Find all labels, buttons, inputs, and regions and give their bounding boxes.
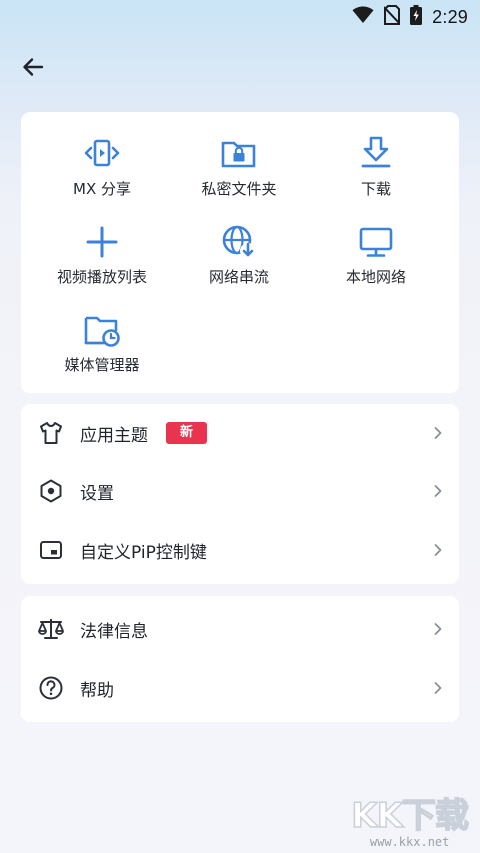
help-question-icon [37, 674, 65, 702]
list-item-help[interactable]: 帮助 [21, 659, 459, 717]
list-item-legal[interactable]: 法律信息 [21, 600, 459, 658]
battery-charging-icon [410, 5, 423, 29]
no-sim-icon [383, 5, 401, 29]
private-folder-lock-icon [219, 134, 259, 174]
pip-icon [37, 536, 65, 564]
list-item-label: 法律信息 [80, 621, 148, 642]
local-network-monitor-icon [356, 222, 396, 262]
arrow-left-icon [21, 55, 45, 83]
network-stream-globe-icon [219, 222, 259, 262]
status-time: 2:29 [432, 6, 468, 27]
grid-item-label: 私密文件夹 [201, 180, 277, 198]
status-bar: 2:29 [0, 0, 480, 34]
share-transfer-icon [82, 134, 122, 174]
watermark-url: www.kkx.net [369, 835, 450, 849]
tshirt-theme-icon [37, 419, 65, 447]
back-button[interactable] [18, 54, 48, 84]
feature-grid-card: MX 分享 私密文件夹 下载 视频播放列表 网络串流 本地网络 媒体管理器 [21, 112, 459, 393]
info-list-card: 法律信息 帮助 [21, 596, 459, 722]
chevron-right-icon [431, 622, 445, 636]
grid-item-label: 下载 [360, 180, 391, 198]
grid-item-media-manager[interactable]: 媒体管理器 [29, 310, 175, 375]
scale-legal-icon [37, 615, 65, 643]
chevron-right-icon [431, 484, 445, 498]
grid-item-label: 本地网络 [345, 268, 406, 286]
list-item-label: 帮助 [80, 680, 114, 701]
list-item-app-theme[interactable]: 应用主题 新 [21, 404, 459, 462]
download-icon [356, 134, 396, 174]
add-playlist-icon [82, 222, 122, 262]
settings-hexagon-icon [37, 477, 65, 505]
grid-item-private-folder[interactable]: 私密文件夹 [166, 134, 312, 199]
grid-item-network-stream[interactable]: 网络串流 [166, 222, 312, 287]
list-item-label: 设置 [80, 483, 114, 504]
watermark-logo: KK下载 [351, 796, 470, 836]
chevron-right-icon [431, 426, 445, 440]
grid-item-local-network[interactable]: 本地网络 [303, 222, 449, 287]
list-item-custom-pip[interactable]: 自定义PiP控制键 [21, 521, 459, 579]
grid-item-video-playlist[interactable]: 视频播放列表 [29, 222, 175, 287]
wifi-icon [352, 6, 374, 28]
settings-list-card: 应用主题 新 设置 自定义PiP控制键 [21, 404, 459, 584]
list-item-label: 应用主题 [80, 425, 148, 446]
new-badge: 新 [166, 422, 208, 444]
media-manager-folder-icon [82, 310, 122, 350]
grid-item-label: 网络串流 [208, 268, 269, 286]
grid-item-label: 视频播放列表 [56, 268, 147, 286]
grid-item-label: 媒体管理器 [64, 356, 140, 374]
list-item-label: 自定义PiP控制键 [80, 542, 207, 563]
grid-item-label: MX 分享 [73, 180, 131, 198]
grid-item-mx-share[interactable]: MX 分享 [29, 134, 175, 199]
list-item-settings[interactable]: 设置 [21, 462, 459, 520]
grid-item-download[interactable]: 下载 [303, 134, 449, 199]
watermark: KK下载 www.kkx.net [351, 796, 470, 849]
status-icons: 2:29 [352, 5, 468, 29]
chevron-right-icon [431, 681, 445, 695]
chevron-right-icon [431, 543, 445, 557]
